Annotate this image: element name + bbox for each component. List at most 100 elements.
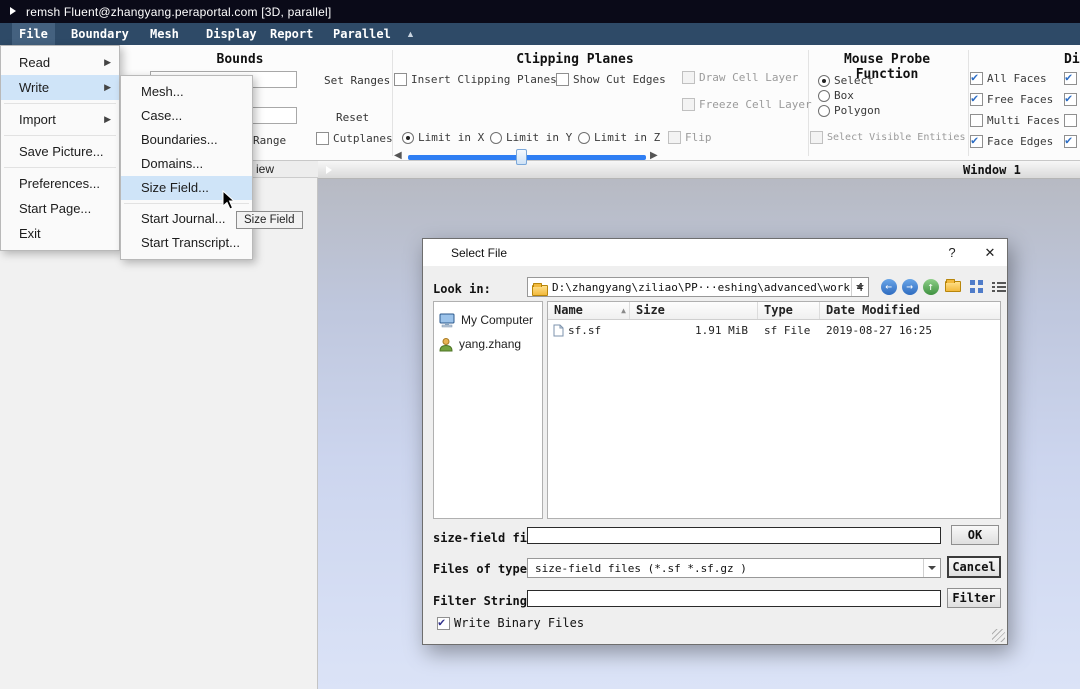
submenu-item-mesh[interactable]: Mesh... [121,80,252,104]
user-icon [439,337,453,351]
menu-mesh[interactable]: Mesh [143,23,186,45]
radio-icon [818,104,830,117]
panel-tab-fragment[interactable]: iew [253,161,318,178]
forward-icon: → [901,278,918,295]
probe-select-label: Select [834,74,874,87]
checkbox-icon [970,114,983,127]
menu-item-read[interactable]: Read ▶ [1,50,119,75]
menu-item-start-page[interactable]: Start Page... [1,196,119,221]
filter-button[interactable]: Filter [947,588,1001,608]
ribbon-divider [968,50,969,156]
header-name[interactable]: Name ▲ [548,302,630,319]
limit-in-z-radio[interactable]: Limit in Z [578,131,660,144]
clipped-checkbox-4[interactable] [1064,133,1077,148]
freeze-cell-layer-checkbox[interactable]: Freeze Cell Layer [682,98,812,111]
free-faces-checkbox[interactable]: Free Faces [970,91,1054,106]
place-my-computer[interactable]: My Computer [434,308,542,332]
slider-left-icon[interactable]: ◀ [394,150,402,161]
back-button[interactable]: ← [879,277,898,296]
places-panel: My Computer yang.zhang [433,301,543,519]
menu-item-preferences[interactable]: Preferences... [1,171,119,196]
select-visible-entities-label: Select Visible Entities [827,132,966,143]
select-visible-entities-checkbox[interactable]: Select Visible Entities [810,131,965,144]
submenu-item-boundaries[interactable]: Boundaries... [121,128,252,152]
checkbox-icon [668,131,681,144]
parent-directory-button[interactable]: ↑ [921,277,940,296]
menu-separator [4,103,116,104]
files-of-type-combobox[interactable]: size-field files (*.sf *.sf.gz ) [527,558,941,578]
set-ranges-button[interactable]: Set Ranges [324,74,390,87]
current-path: D:\zhangyang\ziliao\PP···eshing\advanced… [552,281,864,294]
table-row[interactable]: sf.sf 1.91 MiB sf File 2019-08-27 16:25 [548,320,1000,340]
menu-separator [4,167,116,168]
look-in-combobox[interactable]: D:\zhangyang\ziliao\PP···eshing\advanced… [527,277,869,297]
multi-faces-checkbox[interactable]: Multi Faces [970,114,1060,127]
insert-clipping-planes-label: Insert Clipping Planes [411,73,557,86]
header-size[interactable]: Size [630,302,758,319]
menu-report[interactable]: Report [263,23,320,45]
menu-item-exit[interactable]: Exit [1,221,119,246]
probe-box-radio[interactable]: Box [818,89,854,102]
submenu-item-domains[interactable]: Domains... [121,152,252,176]
chevron-down-icon[interactable] [923,559,940,577]
ok-button[interactable]: OK [951,525,999,545]
files-of-type-label: Files of type: [433,562,535,576]
slider-right-icon[interactable]: ▶ [650,150,658,161]
help-button[interactable]: ? [941,243,963,262]
header-type[interactable]: Type [758,302,820,319]
probe-select-radio[interactable]: Select [818,74,874,87]
clipped-checkbox-2[interactable] [1064,91,1077,106]
submenu-item-case[interactable]: Case... [121,104,252,128]
clipping-planes-title: Clipping Planes [516,52,634,67]
menu-item-import[interactable]: Import ▶ [1,107,119,132]
checkbox-icon [437,615,450,630]
size-field-file-input[interactable] [527,527,941,544]
submenu-item-start-journal[interactable]: Start Journal... [121,207,252,231]
write-binary-files-label: Write Binary Files [454,616,585,630]
limit-in-x-radio[interactable]: Limit in X [402,131,484,144]
cancel-button[interactable]: Cancel [947,556,1001,578]
show-cut-edges-checkbox[interactable]: Show Cut Edges [556,73,666,86]
chevron-down-icon[interactable] [851,278,868,296]
checkbox-icon [970,133,983,148]
probe-polygon-radio[interactable]: Polygon [818,104,880,117]
clipping-slider-handle[interactable] [516,149,527,165]
place-yang-zhang[interactable]: yang.zhang [434,332,542,356]
all-faces-checkbox[interactable]: All Faces [970,70,1047,85]
draw-cell-layer-checkbox[interactable]: Draw Cell Layer [682,71,798,84]
look-in-label: Look in: [433,282,491,296]
submenu-item-start-transcript[interactable]: Start Transcript... [121,231,252,255]
close-button[interactable]: ✕ [979,243,1001,262]
flip-checkbox[interactable]: Flip [668,131,712,144]
write-binary-files-checkbox[interactable]: Write Binary Files [437,615,585,630]
ribbon-collapse-icon[interactable]: ▲ [406,29,415,39]
resize-grip[interactable] [992,629,1005,642]
menu-display[interactable]: Display [199,23,264,45]
create-folder-button[interactable] [943,277,962,296]
menu-item-label: Read [19,55,51,70]
menu-item-save-picture[interactable]: Save Picture... [1,139,119,164]
computer-icon [439,313,455,327]
select-file-dialog: Select File ? ✕ Look in: D:\zhangyang\zi… [422,238,1008,645]
clipped-group-title: Di [1064,52,1080,67]
menu-file[interactable]: File [12,23,55,45]
header-date-modified[interactable]: Date Modified [820,302,1000,319]
file-table: Name ▲ Size Type Date Modified sf.sf 1.91… [547,301,1001,519]
detail-view-button[interactable] [989,277,1008,296]
clipped-checkbox-3[interactable] [1064,114,1077,127]
cutplanes-checkbox[interactable]: Cutplanes [316,132,393,145]
forward-button[interactable]: → [900,277,919,296]
reset-button[interactable]: Reset [336,111,369,124]
window-title: remsh Fluent@zhangyang.peraportal.com [3… [26,5,332,19]
clipped-checkbox-1[interactable] [1064,70,1077,85]
menu-item-write[interactable]: Write ▶ [1,75,119,100]
limit-in-y-radio[interactable]: Limit in Y [490,131,572,144]
menu-boundary[interactable]: Boundary [64,23,136,45]
insert-clipping-planes-checkbox[interactable]: Insert Clipping Planes [394,73,557,86]
face-edges-checkbox[interactable]: Face Edges [970,133,1053,148]
menu-parallel[interactable]: Parallel [326,23,398,45]
filter-string-input[interactable] [527,590,941,607]
clipping-slider-track[interactable] [408,155,646,160]
list-view-button[interactable] [967,277,986,296]
free-faces-label: Free Faces [987,93,1054,106]
